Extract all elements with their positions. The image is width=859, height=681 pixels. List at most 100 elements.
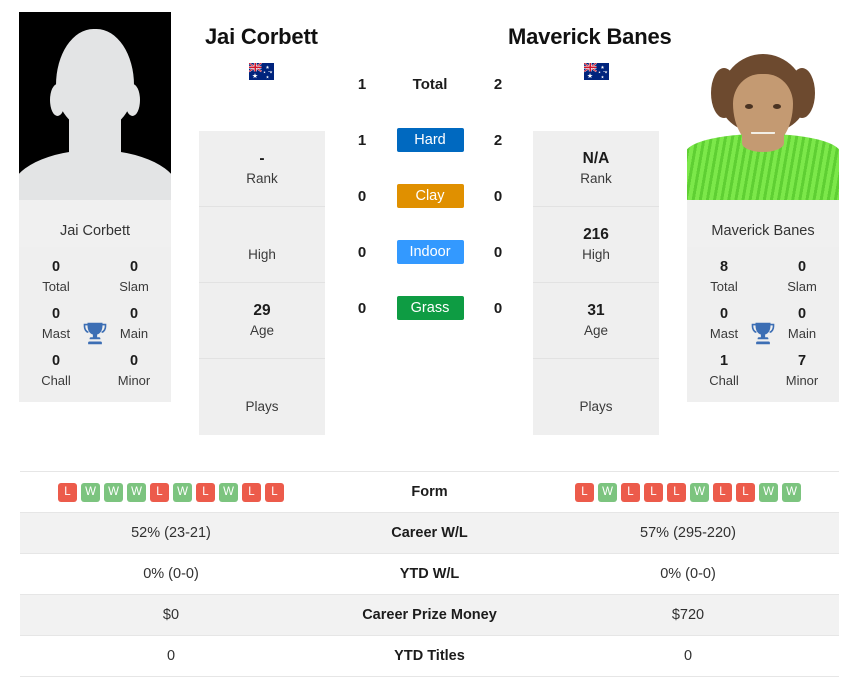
comparison-row-label: Career W/L bbox=[322, 512, 537, 554]
table-row: 0% (0-0) YTD W/L 0% (0-0) bbox=[20, 553, 839, 595]
form-badge[interactable]: W bbox=[104, 482, 123, 502]
surface-badge-clay: Clay bbox=[396, 184, 464, 208]
comparison-row-label: Form bbox=[322, 471, 537, 513]
h2h-row-total: 1 Total 2 bbox=[340, 56, 520, 112]
left-player-info-card: - Rank High 29 Age Plays bbox=[199, 131, 325, 435]
head-to-head-surface-column: 1 Total 2 1 Hard 2 0 Clay 0 0 Indoor 0 0 Grass 0 bbox=[340, 56, 520, 336]
player-eye-left-shape bbox=[745, 104, 753, 109]
right-player-titles-panel: 8 Total 0 Slam 0 Mast 0 Main 1 Chall 7 M… bbox=[687, 247, 839, 402]
h2h-label-cell: Indoor bbox=[384, 240, 476, 264]
form-badge[interactable]: L bbox=[667, 482, 686, 502]
h2h-left-score: 0 bbox=[357, 299, 367, 317]
form-badge[interactable]: L bbox=[265, 482, 284, 502]
h2h-left-score: 0 bbox=[357, 243, 367, 261]
right-player-info-card: N/A Rank 216 High 31 Age Plays bbox=[533, 131, 659, 435]
table-row: 0 YTD Titles 0 bbox=[20, 635, 839, 677]
left-career_prize_money-value: $0 bbox=[20, 594, 322, 636]
right-titles-mast: 0 Mast bbox=[709, 306, 739, 341]
left-ytd_wl-value: 0% (0-0) bbox=[20, 553, 322, 595]
form-badge[interactable]: W bbox=[598, 482, 617, 502]
h2h-row-grass: 0 Grass 0 bbox=[340, 280, 520, 336]
h2h-row-clay: 0 Clay 0 bbox=[340, 168, 520, 224]
form-badge[interactable]: W bbox=[127, 482, 146, 502]
player-collar-shape bbox=[742, 134, 784, 152]
right-titles-chall: 1 Chall bbox=[709, 353, 739, 388]
right-titles-slam: 0 Slam bbox=[787, 259, 817, 294]
right-titles-minor: 7 Minor bbox=[785, 353, 819, 388]
silhouette-ear-left-icon bbox=[50, 84, 65, 116]
left-info-high: High bbox=[199, 207, 325, 283]
form-badge[interactable]: L bbox=[736, 482, 755, 502]
player-comparison-table: L W W W L W L W L L Form L W L L L W L L W W 52% (23-21) Caree… bbox=[20, 471, 839, 677]
h2h-label-cell: Total bbox=[384, 76, 476, 93]
h2h-left-score: 1 bbox=[357, 131, 367, 149]
h2h-right-score: 0 bbox=[493, 243, 503, 261]
h2h-right-score: 0 bbox=[493, 299, 503, 317]
left-form-value: LWWWLWLWLL bbox=[20, 471, 322, 513]
h2h-left-score: 0 bbox=[357, 187, 367, 205]
left-ytd_titles-value: 0 bbox=[20, 635, 322, 677]
right-player-name: Maverick Banes bbox=[508, 24, 672, 49]
form-badge[interactable]: W bbox=[782, 482, 801, 502]
surface-badge-hard: Hard bbox=[396, 128, 464, 152]
form-badge[interactable]: L bbox=[242, 482, 261, 502]
right-career_prize_money-value: $720 bbox=[537, 594, 839, 636]
right-info-rank: N/A Rank bbox=[533, 131, 659, 207]
table-row: $0 Career Prize Money $720 bbox=[20, 594, 839, 636]
avatar-base-strip bbox=[19, 200, 171, 214]
comparison-row-label: YTD Titles bbox=[322, 635, 537, 677]
trophy-icon bbox=[748, 319, 778, 349]
table-row: 52% (23-21) Career W/L 57% (295-220) bbox=[20, 512, 839, 554]
h2h-row-hard: 1 Hard 2 bbox=[340, 112, 520, 168]
form-badge[interactable]: W bbox=[759, 482, 778, 502]
form-badge[interactable]: L bbox=[58, 482, 77, 502]
silhouette-ear-right-icon bbox=[125, 84, 140, 116]
left-career_wl-value: 52% (23-21) bbox=[20, 512, 322, 554]
right-player-card: Maverick Banes 8 Total 0 Slam 0 Mast 0 M… bbox=[687, 12, 839, 402]
left-info-age: 29 Age bbox=[199, 283, 325, 359]
left-titles-chall: 0 Chall bbox=[41, 353, 71, 388]
form-badge[interactable]: L bbox=[150, 482, 169, 502]
h2h-left-score: 1 bbox=[357, 75, 367, 93]
left-titles-mast: 0 Mast bbox=[41, 306, 71, 341]
h2h-label-cell: Grass bbox=[384, 296, 476, 320]
table-row: L W W W L W L W L L Form L W L L L W L L W W bbox=[20, 471, 839, 513]
h2h-label-cell: Clay bbox=[384, 184, 476, 208]
form-badge[interactable]: W bbox=[81, 482, 100, 502]
right-info-plays: Plays bbox=[579, 399, 613, 414]
form-badge[interactable]: W bbox=[690, 482, 709, 502]
left-titles-minor: 0 Minor bbox=[117, 353, 151, 388]
right-ytd_wl-value: 0% (0-0) bbox=[537, 553, 839, 595]
h2h-row-indoor: 0 Indoor 0 bbox=[340, 224, 520, 280]
left-player-flag-icon bbox=[248, 62, 274, 80]
form-badge[interactable]: L bbox=[644, 482, 663, 502]
form-badge[interactable]: W bbox=[173, 482, 192, 502]
avatar-base-strip bbox=[687, 200, 839, 214]
right-player-avatar bbox=[687, 12, 839, 214]
left-form-strip: LWWWLWLWLL bbox=[20, 482, 322, 502]
h2h-right-score: 0 bbox=[493, 187, 503, 205]
left-player-photo-caption: Jai Corbett bbox=[19, 214, 171, 247]
left-player-name: Jai Corbett bbox=[205, 24, 318, 49]
right-info-age: 31 Age bbox=[533, 283, 659, 359]
right-player-photo-caption: Maverick Banes bbox=[687, 214, 839, 247]
form-badge[interactable]: L bbox=[575, 482, 594, 502]
form-badge[interactable]: W bbox=[219, 482, 238, 502]
comparison-row-label: YTD W/L bbox=[322, 553, 537, 595]
right-titles-total: 8 Total bbox=[710, 259, 738, 294]
left-player-avatar bbox=[19, 12, 171, 214]
right-player-flag-icon bbox=[583, 62, 609, 80]
form-badge[interactable]: L bbox=[196, 482, 215, 502]
left-player-card: Jai Corbett 0 Total 0 Slam 0 Mast 0 Main… bbox=[19, 12, 171, 402]
right-career_wl-value: 57% (295-220) bbox=[537, 512, 839, 554]
form-badge[interactable]: L bbox=[621, 482, 640, 502]
h2h-total-label: Total bbox=[412, 75, 448, 93]
form-badge[interactable]: L bbox=[713, 482, 732, 502]
left-titles-slam: 0 Slam bbox=[119, 259, 149, 294]
h2h-label-cell: Hard bbox=[384, 128, 476, 152]
left-player-titles-panel: 0 Total 0 Slam 0 Mast 0 Main 0 Chall 0 M… bbox=[19, 247, 171, 402]
right-form-value: LWLLLWLLWW bbox=[537, 471, 839, 513]
right-info-high: 216 High bbox=[533, 207, 659, 283]
surface-badge-indoor: Indoor bbox=[396, 240, 464, 264]
player-eye-right-shape bbox=[773, 104, 781, 109]
